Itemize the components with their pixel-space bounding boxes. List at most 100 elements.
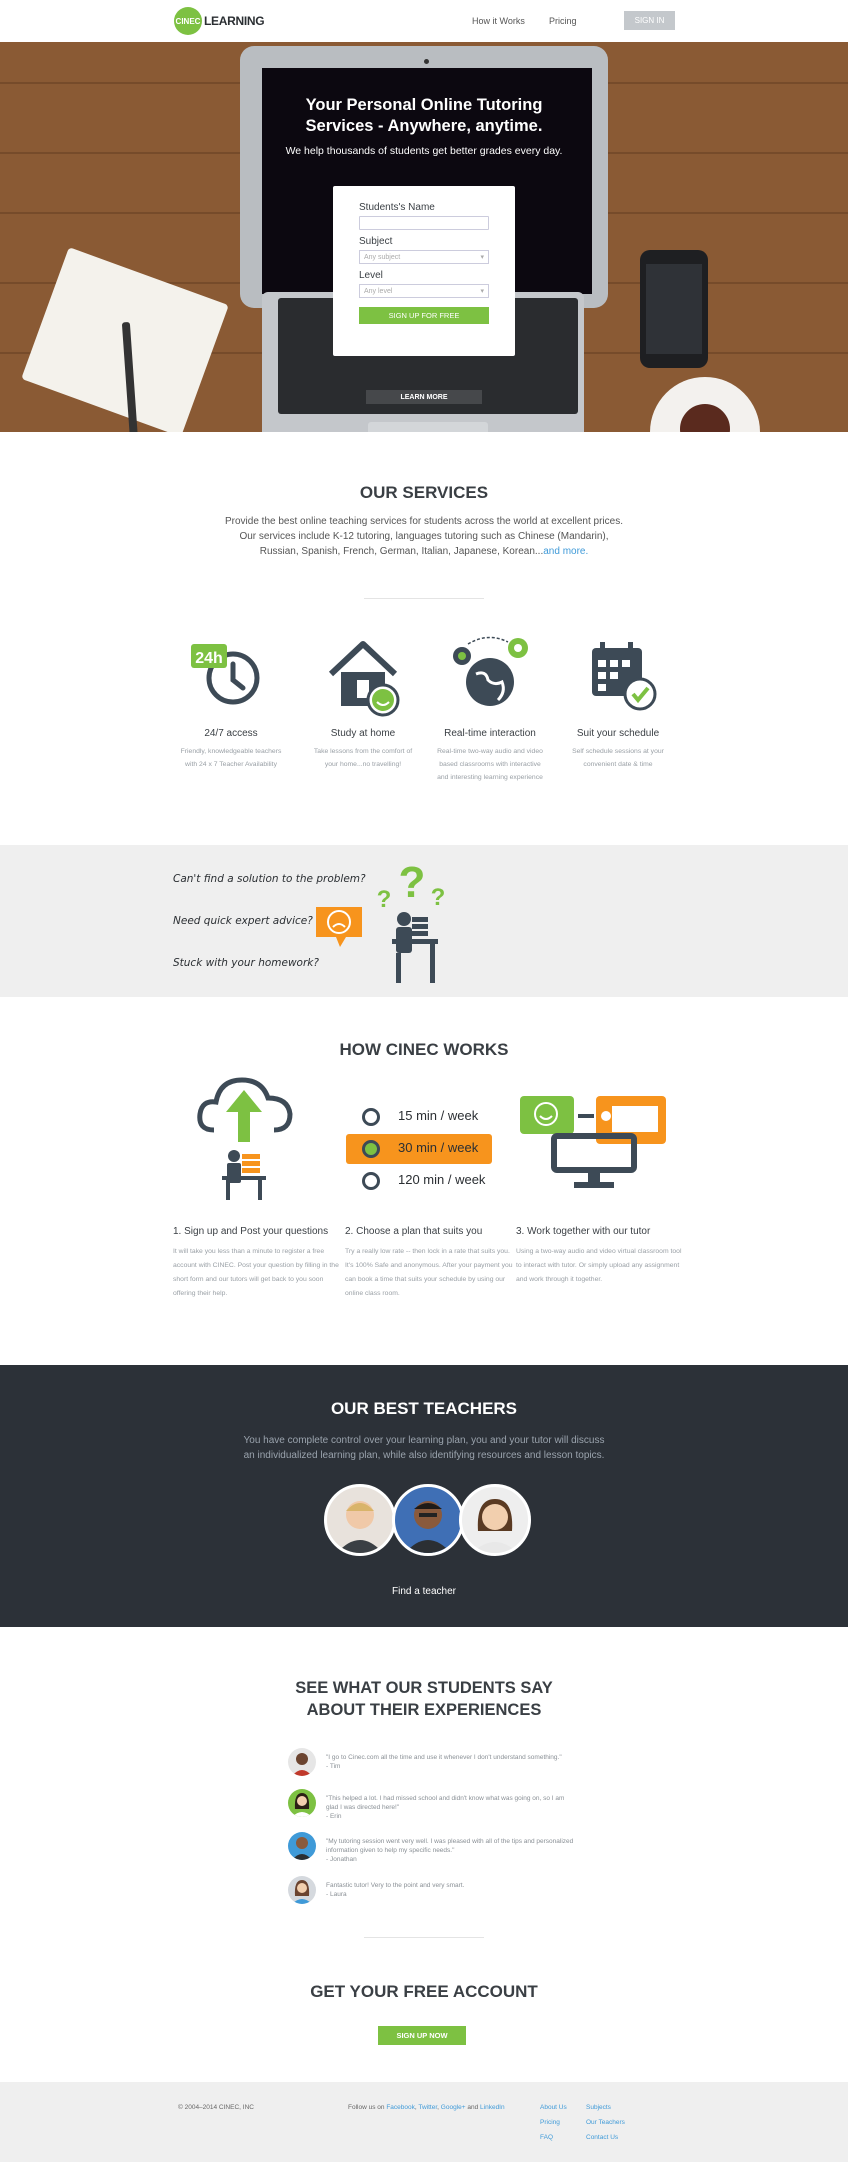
service-desc: Real-time two-way audio and video based … bbox=[437, 748, 543, 781]
step-desc: Using a two-way audio and video virtual … bbox=[516, 1248, 682, 1283]
plan-label: 30 min / week bbox=[398, 1140, 479, 1155]
subject-select[interactable]: Any subject ▾ bbox=[359, 250, 489, 264]
chevron-down-icon: ▾ bbox=[480, 254, 484, 261]
testimonial-author: - Erin bbox=[326, 1813, 342, 1820]
testimonial: Fantastic tutor! Very to the point and v… bbox=[288, 1876, 578, 1904]
plan-label: 15 min / week bbox=[398, 1108, 479, 1123]
step-title: 1. Sign up and Post your questions bbox=[173, 1226, 329, 1237]
testimonial-author: - Laura bbox=[326, 1891, 347, 1898]
testimonial-quote: "This helped a lot. I had missed school … bbox=[326, 1795, 565, 1811]
teacher-avatar[interactable] bbox=[459, 1484, 531, 1556]
badge-24h: 24h bbox=[195, 650, 223, 667]
video-classroom-icon bbox=[520, 1096, 666, 1188]
service-24-7: 24h 24/7 access Friendly, knowledgeable … bbox=[169, 630, 293, 771]
hero: Your Personal Online Tutoring Services -… bbox=[0, 42, 848, 432]
radio-15min[interactable] bbox=[362, 1108, 380, 1126]
subject-select-value: Any subject bbox=[364, 253, 401, 261]
level-select[interactable]: Any level ▾ bbox=[359, 284, 489, 298]
service-desc: Self schedule sessions at your convenien… bbox=[572, 748, 664, 768]
nav-link-pricing[interactable]: Pricing bbox=[549, 16, 577, 26]
nav-link-how-it-works[interactable]: How it Works bbox=[472, 16, 525, 26]
testimonial-quote: "My tutoring session went very well. I w… bbox=[326, 1838, 574, 1854]
facebook-link[interactable]: Facebook bbox=[386, 2104, 415, 2111]
service-real-time: Real-time interaction Real-time two-way … bbox=[428, 630, 552, 784]
service-schedule: Suit your schedule Self schedule session… bbox=[556, 630, 680, 771]
top-nav: CINEC LEARNING How it Works Pricing SIGN… bbox=[0, 0, 848, 42]
problem-question: Need quick expert advice? bbox=[173, 915, 313, 927]
testimonial-avatar bbox=[288, 1789, 316, 1817]
more-link[interactable]: and more. bbox=[543, 546, 588, 557]
services-desc-3-wrap: Russian, Spanish, French, German, Italia… bbox=[0, 544, 848, 559]
testimonial-author: - Tim bbox=[326, 1763, 341, 1770]
service-title: Study at home bbox=[330, 728, 396, 739]
copyright: © 2004–2014 CINEC, INC bbox=[178, 2104, 254, 2111]
footer: © 2004–2014 CINEC, INC Follow us on Face… bbox=[0, 2082, 848, 2162]
teacher-avatar[interactable] bbox=[324, 1484, 396, 1556]
sign-up-now-button[interactable]: SIGN UP NOW bbox=[378, 2026, 466, 2045]
twitter-link[interactable]: Twitter bbox=[418, 2104, 437, 2111]
svg-text:?: ? bbox=[377, 886, 392, 913]
testimonial-quote: "I go to Cinec.com all the time and use … bbox=[326, 1754, 562, 1761]
plan-options: 15 min / week 30 min / week 120 min / we… bbox=[346, 1098, 492, 1210]
footer-link-teachers[interactable]: Our Teachers bbox=[586, 2119, 625, 2126]
service-title: Suit your schedule bbox=[576, 728, 660, 739]
footer-link-contact[interactable]: Contact Us bbox=[586, 2134, 618, 2141]
testimonial: "My tutoring session went very well. I w… bbox=[288, 1832, 578, 1864]
globe-interaction-icon bbox=[453, 636, 528, 706]
teachers-title: OUR BEST TEACHERS bbox=[330, 1399, 518, 1418]
googleplus-link[interactable]: Google+ bbox=[441, 2104, 466, 2111]
footer-link-faq[interactable]: FAQ bbox=[540, 2134, 553, 2141]
footer-link-pricing[interactable]: Pricing bbox=[540, 2119, 560, 2126]
testimonial-avatar bbox=[288, 1832, 316, 1860]
student-name-input[interactable] bbox=[359, 216, 489, 230]
teachers-desc-2: an individualized learning plan, while a… bbox=[243, 1450, 605, 1461]
hero-subtitle: We help thousands of students get better… bbox=[285, 145, 563, 157]
learn-more-button[interactable]: LEARN MORE bbox=[366, 390, 482, 404]
level-label: Level bbox=[359, 270, 383, 281]
logo[interactable]: CINEC LEARNING bbox=[174, 7, 265, 35]
home-study-icon bbox=[328, 641, 400, 717]
service-study-home: Study at home Take lessons from the comf… bbox=[301, 630, 425, 771]
services-desc-2: Our services include K-12 tutoring, lang… bbox=[239, 531, 609, 542]
follow-prefix: Follow us on bbox=[348, 2104, 385, 2111]
step-title: 3. Work together with our tutor bbox=[516, 1226, 651, 1237]
services-title: OUR SERVICES bbox=[359, 483, 489, 502]
service-title: Real-time interaction bbox=[444, 728, 536, 739]
footer-link-subjects[interactable]: Subjects bbox=[586, 2104, 611, 2111]
service-desc: Take lessons from the comfort of your ho… bbox=[313, 748, 413, 768]
teachers-desc-1: You have complete control over your lear… bbox=[243, 1435, 605, 1446]
testimonial-quote: Fantastic tutor! Very to the point and v… bbox=[326, 1882, 465, 1889]
logo-badge: CINEC bbox=[174, 7, 202, 35]
follow-us: Follow us on Facebook, Twitter, Google+ … bbox=[348, 2104, 505, 2111]
step-desc: It will take you less than a minute to r… bbox=[173, 1248, 339, 1297]
name-label: Students's Name bbox=[359, 202, 435, 213]
problem-question: Stuck with your homework? bbox=[173, 957, 319, 969]
hero-title: Your Personal Online Tutoring Services -… bbox=[305, 96, 543, 135]
services-desc-1: Provide the best online teaching service… bbox=[225, 516, 623, 527]
svg-text:?: ? bbox=[431, 884, 446, 911]
testimonial: "This helped a lot. I had missed school … bbox=[288, 1789, 578, 1821]
clock-24h-icon: 24h bbox=[191, 644, 260, 705]
step-3: 3. Work together with our tutor Using a … bbox=[516, 1226, 686, 1287]
footer-link-about[interactable]: About Us bbox=[540, 2104, 567, 2111]
how-title: HOW CINEC WORKS bbox=[339, 1040, 509, 1059]
signup-form: Students's Name Subject Any subject ▾ Le… bbox=[333, 186, 515, 356]
plan-label: 120 min / week bbox=[398, 1172, 486, 1187]
testimonials-title-1: SEE WHAT OUR STUDENTS SAY bbox=[295, 1679, 553, 1697]
radio-120min[interactable] bbox=[362, 1172, 380, 1190]
and-word: and bbox=[467, 2104, 479, 2111]
find-teacher-link[interactable]: Find a teacher bbox=[0, 1586, 848, 1597]
testimonial-avatar bbox=[288, 1748, 316, 1776]
radio-30min-checked[interactable] bbox=[362, 1140, 380, 1158]
sign-in-button[interactable]: SIGN IN bbox=[624, 11, 675, 30]
testimonial-author: - Jonathan bbox=[326, 1856, 357, 1863]
calendar-check-icon bbox=[592, 642, 657, 711]
testimonials-title-2: ABOUT THEIR EXPERIENCES bbox=[306, 1701, 542, 1719]
sign-up-free-button[interactable]: SIGN UP FOR FREE bbox=[359, 307, 489, 324]
confused-student-icon: ? ? ? bbox=[316, 858, 446, 983]
linkedin-link[interactable]: LinkedIn bbox=[480, 2104, 505, 2111]
service-desc: Friendly, knowledgeable teachers with 24… bbox=[180, 748, 282, 768]
cta-title: GET YOUR FREE ACCOUNT bbox=[310, 1982, 538, 2001]
teacher-avatar[interactable] bbox=[392, 1484, 464, 1556]
testimonial: "I go to Cinec.com all the time and use … bbox=[288, 1748, 578, 1776]
